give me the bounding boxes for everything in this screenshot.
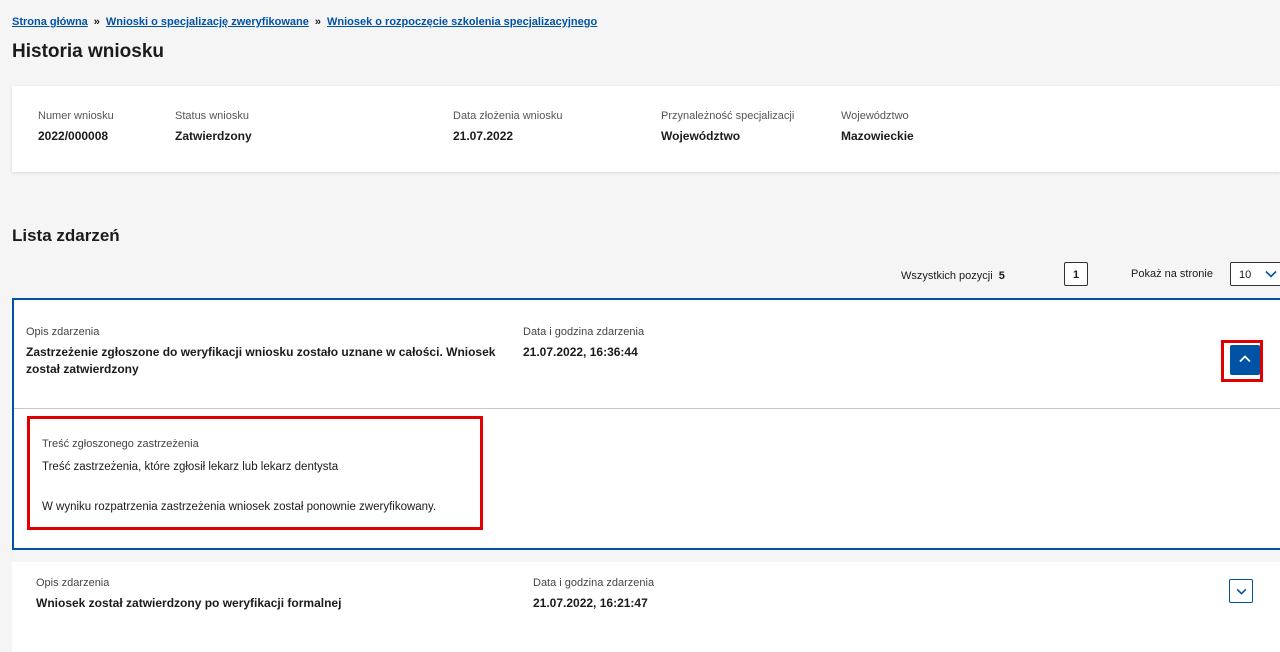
objection-content-text: Treść zastrzeżenia, które zgłosił lekarz… bbox=[42, 461, 339, 473]
specialization-affiliation-label: Przynależność specjalizacji bbox=[661, 110, 795, 122]
application-status-field: Status wniosku Zatwierdzony bbox=[175, 110, 252, 143]
submission-date-value: 21.07.2022 bbox=[453, 129, 514, 143]
event-datetime-field: Data i godzina zdarzenia 21.07.2022, 16:… bbox=[523, 326, 644, 361]
event-datetime-value: 21.07.2022, 16:36:44 bbox=[523, 345, 638, 359]
objection-content-label: Treść zgłoszonego zastrzeżenia bbox=[42, 438, 199, 450]
objection-content-highlight: Treść zgłoszonego zastrzeżenia Treść zas… bbox=[27, 416, 483, 530]
breadcrumb-application-link[interactable]: Wniosek o rozpoczęcie szkolenia specjali… bbox=[327, 16, 597, 28]
breadcrumb-home-link[interactable]: Strona główna bbox=[12, 16, 88, 28]
page-size-select[interactable]: 10 bbox=[1230, 262, 1280, 286]
event-card-expanded: Opis zdarzenia Zastrzeżenie zgłoszone do… bbox=[12, 298, 1280, 550]
specialization-affiliation-field: Przynależność specjalizacji Województwo bbox=[661, 110, 794, 143]
page-title: Historia wniosku bbox=[12, 41, 165, 62]
events-list-summary: Wszystkich pozycji 5 1 Pokaż na stronie 1… bbox=[0, 258, 1280, 290]
events-section-title: Lista zdarzeń bbox=[12, 226, 120, 245]
expand-event-button[interactable] bbox=[1229, 579, 1253, 603]
event-description-value: Wniosek został zatwierdzony po weryfikac… bbox=[36, 596, 342, 610]
total-items: Wszystkich pozycji 5 bbox=[901, 270, 1005, 282]
event-description-label: Opis zdarzenia bbox=[36, 577, 110, 589]
voivodeship-field: Województwo Mazowieckie bbox=[841, 110, 914, 143]
page-size-value: 10 bbox=[1239, 269, 1252, 281]
breadcrumb-separator: » bbox=[314, 16, 321, 28]
event-datetime-label: Data i godzina zdarzenia bbox=[523, 326, 645, 338]
chevron-up-icon bbox=[1239, 355, 1251, 363]
chevron-down-icon bbox=[1236, 588, 1247, 595]
submission-date-label: Data złożenia wniosku bbox=[453, 110, 563, 122]
event-header: Opis zdarzenia Zastrzeżenie zgłoszone do… bbox=[14, 300, 1280, 409]
application-status-value: Zatwierdzony bbox=[175, 129, 252, 143]
total-items-label: Wszystkich pozycji bbox=[901, 270, 993, 282]
application-number-value: 2022/000008 bbox=[38, 129, 109, 143]
page-size-label: Pokaż na stronie bbox=[1131, 268, 1213, 280]
application-number-field: Numer wniosku 2022/000008 bbox=[38, 110, 114, 143]
event-datetime-value: 21.07.2022, 16:21:47 bbox=[533, 596, 648, 610]
breadcrumb-verified-applications-link[interactable]: Wnioski o specjalizację zweryfikowane bbox=[106, 16, 309, 28]
collapse-event-button[interactable] bbox=[1230, 345, 1260, 375]
application-number-label: Numer wniosku bbox=[38, 110, 114, 122]
breadcrumb: Strona główna » Wnioski o specjalizację zw… bbox=[12, 16, 597, 28]
event-datetime-label: Data i godzina zdarzenia bbox=[533, 577, 655, 589]
voivodeship-label: Województwo bbox=[841, 110, 909, 122]
voivodeship-value: Mazowieckie bbox=[841, 129, 914, 143]
pagination-page-button[interactable]: 1 bbox=[1064, 262, 1088, 286]
chevron-down-icon bbox=[1265, 270, 1277, 278]
event-description-label: Opis zdarzenia bbox=[26, 326, 100, 338]
objection-result-text: W wyniku rozpatrzenia zastrzeżenia wnios… bbox=[42, 501, 437, 513]
specialization-affiliation-value: Województwo bbox=[661, 129, 741, 143]
event-details: Treść zgłoszonego zastrzeżenia Treść zas… bbox=[14, 408, 1280, 548]
event-datetime-field: Data i godzina zdarzenia 21.07.2022, 16:… bbox=[533, 577, 654, 612]
breadcrumb-separator: » bbox=[93, 16, 100, 28]
application-status-label: Status wniosku bbox=[175, 110, 249, 122]
event-description-field: Opis zdarzenia Zastrzeżenie zgłoszone do… bbox=[26, 326, 506, 378]
application-info-card: Numer wniosku 2022/000008 Status wniosku… bbox=[12, 86, 1280, 172]
total-items-count: 5 bbox=[998, 270, 1005, 282]
event-description-field: Opis zdarzenia Wniosek został zatwierdzo… bbox=[36, 577, 516, 612]
event-description-value: Zastrzeżenie zgłoszone do weryfikacji wn… bbox=[26, 345, 496, 376]
submission-date-field: Data złożenia wniosku 21.07.2022 bbox=[453, 110, 562, 143]
